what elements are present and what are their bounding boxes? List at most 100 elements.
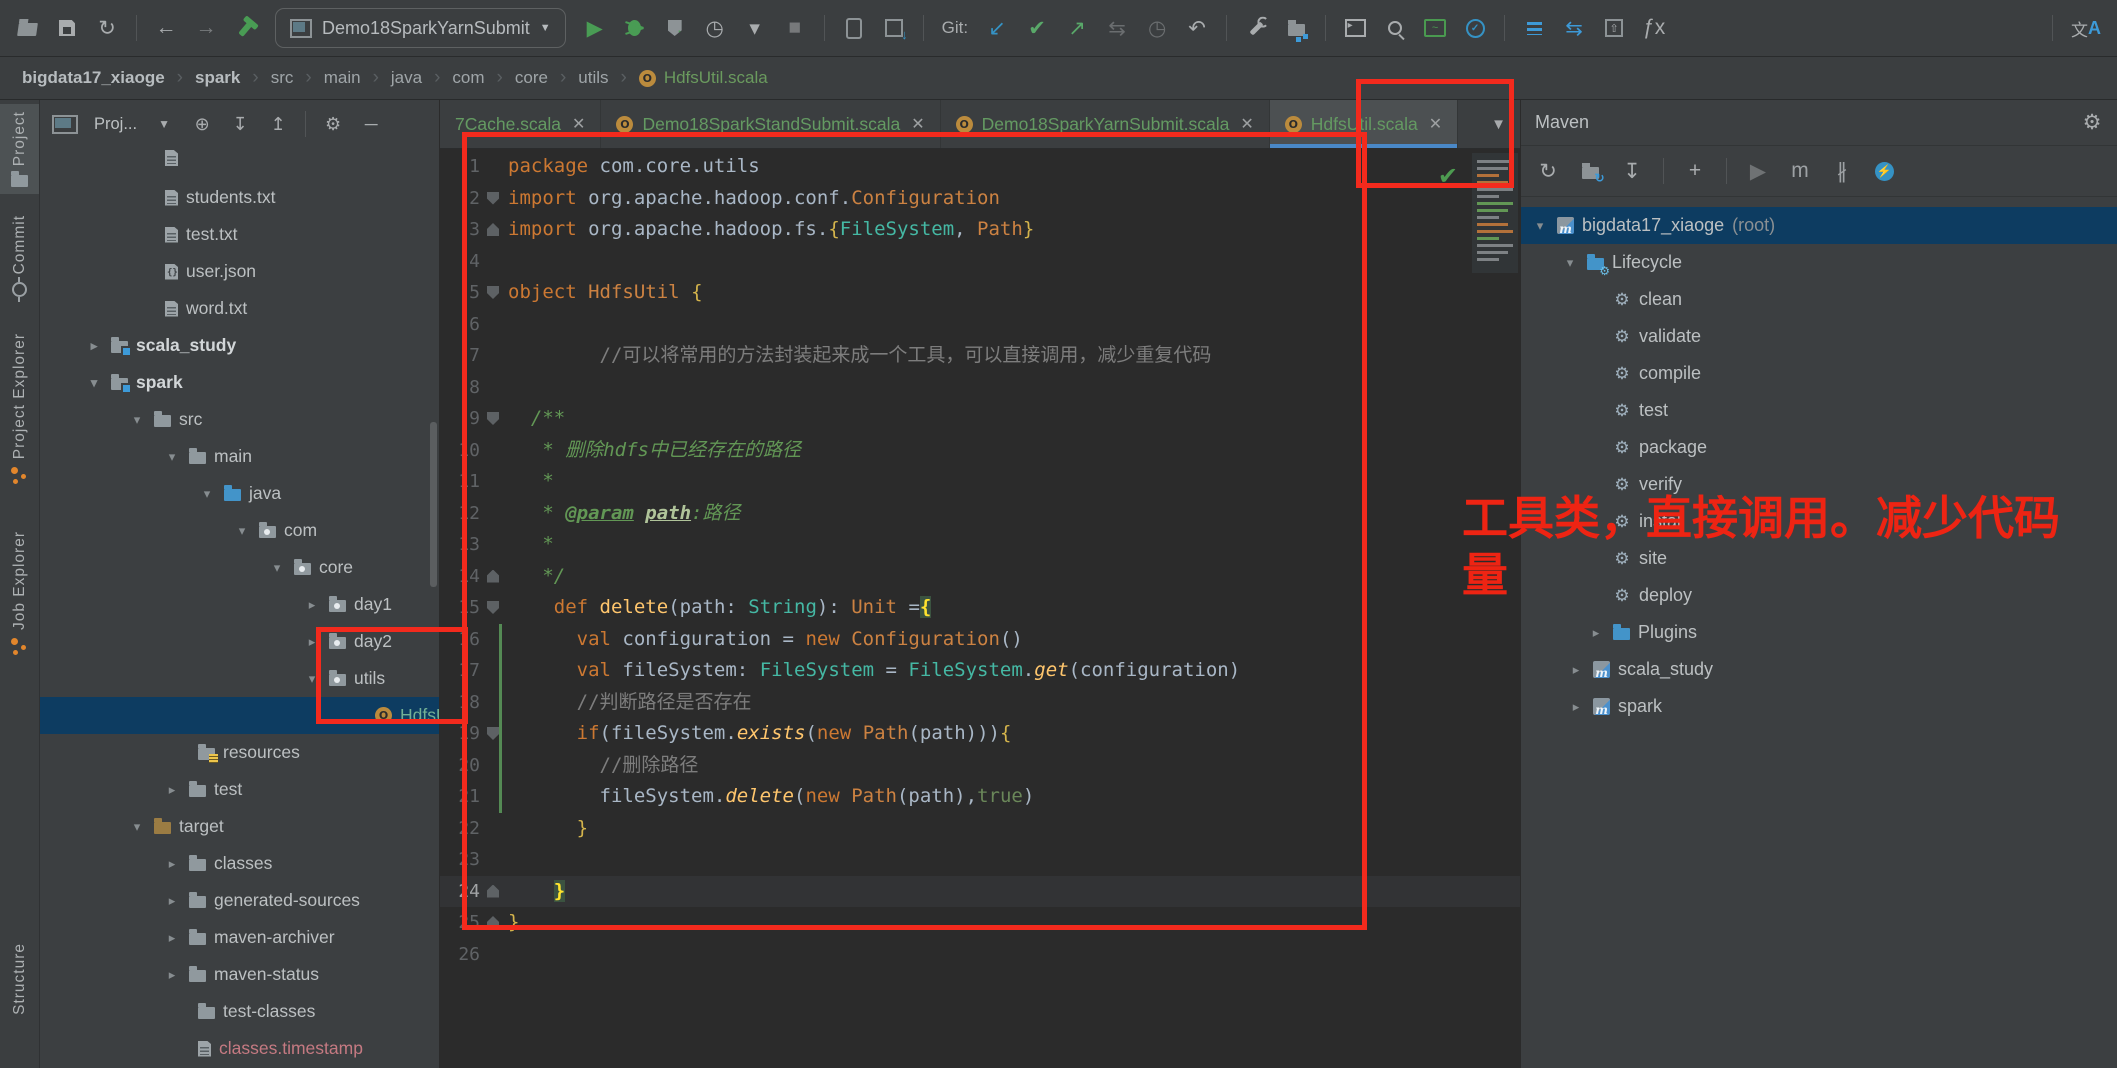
back-icon[interactable]: ←: [155, 16, 177, 40]
toolwindow-button-structure[interactable]: Structure: [11, 936, 29, 1022]
code-line[interactable]: 13 *: [440, 529, 1520, 561]
breadcrumb-item[interactable]: main: [324, 68, 361, 88]
fold-open-icon[interactable]: [487, 191, 499, 205]
maven-skip-tests-icon[interactable]: ∦: [1831, 159, 1853, 184]
maven-reimport-icon[interactable]: [1579, 162, 1605, 185]
code-line[interactable]: 12 * @param path:路径: [440, 498, 1520, 530]
chevron-down-icon[interactable]: ▾: [198, 486, 216, 502]
hide-panel-icon[interactable]: ─: [360, 114, 382, 135]
fold-close-icon[interactable]: [487, 884, 499, 898]
tree-item[interactable]: deploy: [1521, 577, 2117, 614]
undo-icon[interactable]: ↶: [1186, 16, 1208, 41]
toolwindow-button-commit[interactable]: Commit: [11, 208, 29, 303]
code-line[interactable]: 19 if(fileSystem.exists(new Path(path)))…: [440, 718, 1520, 750]
gear-icon[interactable]: ⚙: [2081, 110, 2103, 135]
save-all-icon[interactable]: [56, 20, 78, 36]
code-line[interactable]: 26: [440, 939, 1520, 971]
code-preview-thumbnail[interactable]: [1472, 153, 1518, 273]
vcs-commit-icon[interactable]: ✔: [1026, 16, 1048, 41]
code-line[interactable]: 25}: [440, 907, 1520, 939]
breadcrumb-item[interactable]: src: [271, 68, 294, 88]
code-line[interactable]: 17 val fileSystem: FileSystem = FileSyst…: [440, 655, 1520, 687]
tree-item[interactable]: ▾ utils: [40, 660, 439, 697]
editor-tab[interactable]: Demo18SparkYarnSubmit.scala ✕: [941, 100, 1270, 148]
terminal-icon[interactable]: [1344, 19, 1366, 37]
tree-item[interactable]: ▾ core: [40, 549, 439, 586]
editor-tab[interactable]: Demo18SparkStandSubmit.scala ✕: [601, 100, 941, 148]
chevron-right-icon[interactable]: ▸: [163, 893, 181, 909]
tree-item[interactable]: ▸ day2: [40, 623, 439, 660]
chevron-right-icon[interactable]: ▸: [163, 930, 181, 946]
forward-icon[interactable]: →: [195, 16, 217, 40]
code-line[interactable]: 22 }: [440, 813, 1520, 845]
inspections-icon[interactable]: ✓: [1464, 18, 1486, 38]
tree-item[interactable]: validate: [1521, 318, 2117, 355]
code-line[interactable]: 5 object HdfsUtil {: [440, 277, 1520, 309]
upload-icon[interactable]: ⇧: [1603, 19, 1625, 37]
wrench-icon[interactable]: [1245, 20, 1267, 36]
history-icon[interactable]: ◷: [1146, 16, 1168, 41]
chevron-down-icon[interactable]: ▾: [1531, 218, 1549, 234]
expand-all-icon[interactable]: ↧: [229, 114, 251, 135]
tree-item[interactable]: clean: [1521, 281, 2117, 318]
chevron-down-icon[interactable]: ▼: [540, 22, 551, 34]
chevron-right-icon[interactable]: ▸: [163, 967, 181, 983]
fold-close-icon[interactable]: [487, 916, 499, 929]
breadcrumb-item[interactable]: bigdata17_xiaoge: [22, 68, 165, 88]
breadcrumb-item[interactable]: java: [391, 68, 422, 88]
project-panel-title[interactable]: Proj...: [94, 115, 137, 134]
gear-icon[interactable]: ⚙: [322, 114, 344, 135]
code-line[interactable]: 6: [440, 309, 1520, 341]
project-structure-icon[interactable]: [1285, 19, 1308, 39]
tree-item[interactable]: ▸ test: [40, 771, 439, 808]
monitor-icon[interactable]: ~: [1424, 19, 1447, 37]
close-icon[interactable]: ✕: [1429, 114, 1442, 134]
profiler-icon[interactable]: ◷: [704, 16, 726, 41]
maven-add-icon[interactable]: +: [1684, 159, 1706, 183]
chevron-right-icon[interactable]: ▸: [303, 634, 321, 650]
maven-run-icon[interactable]: ▶: [1747, 159, 1769, 184]
fold-open-icon[interactable]: [487, 727, 499, 740]
tree-item[interactable]: test-classes: [40, 993, 439, 1030]
code-line[interactable]: 10 * 删除hdfs中已经存在的路径: [440, 435, 1520, 467]
close-icon[interactable]: ✕: [911, 114, 924, 134]
chevron-down-icon[interactable]: ▾: [163, 449, 181, 465]
build-hammer-icon[interactable]: [235, 19, 257, 37]
chevron-right-icon[interactable]: ▸: [1587, 625, 1605, 641]
tree-item[interactable]: ▸ day1: [40, 586, 439, 623]
todo-list-icon[interactable]: [1523, 21, 1545, 35]
chevron-down-icon[interactable]: ▾: [303, 671, 321, 687]
chevron-down-icon[interactable]: ▾: [128, 412, 146, 428]
translate-icon[interactable]: 文A: [2071, 16, 2101, 41]
tree-item[interactable]: ▸ scala_study: [40, 327, 439, 364]
tree-item[interactable]: package: [1521, 429, 2117, 466]
toolwindow-button-project[interactable]: Project: [0, 104, 39, 195]
chevron-right-icon[interactable]: ▸: [1567, 699, 1585, 715]
run-config-combo[interactable]: Demo18SparkYarnSubmit ▼: [275, 8, 566, 48]
open-folder-icon[interactable]: [16, 20, 38, 36]
code-line[interactable]: 21 fileSystem.delete(new Path(path),true…: [440, 781, 1520, 813]
chevron-down-icon[interactable]: ▼: [153, 117, 175, 131]
math-function-icon[interactable]: ƒx: [1643, 16, 1665, 40]
chevron-right-icon[interactable]: ▸: [303, 597, 321, 613]
tree-item[interactable]: ▾ src: [40, 401, 439, 438]
code-line[interactable]: 14 */: [440, 561, 1520, 593]
maven-download-sources-icon[interactable]: ↧: [1621, 159, 1643, 184]
code-line[interactable]: 1 package com.core.utils: [440, 151, 1520, 183]
code-editor[interactable]: 1 package com.core.utils 2 import org.apach…: [440, 149, 1520, 1068]
chevron-down-icon[interactable]: ▾: [128, 819, 146, 835]
tree-item[interactable]: ▸ Plugins: [1521, 614, 2117, 651]
tree-item[interactable]: user.json: [40, 253, 439, 290]
tree-item[interactable]: HdfsUtil: [40, 697, 439, 734]
tree-item[interactable]: ▾ main: [40, 438, 439, 475]
tree-item[interactable]: ▸ maven-archiver: [40, 919, 439, 956]
tree-item[interactable]: ▸ generated-sources: [40, 882, 439, 919]
tree-item[interactable]: ▾ Lifecycle: [1521, 244, 2117, 281]
maven-offline-icon[interactable]: ⚡: [1873, 161, 1895, 181]
tree-item[interactable]: ▾ com: [40, 512, 439, 549]
profiler-chevron-icon[interactable]: ▾: [744, 16, 766, 41]
tree-item[interactable]: ▾ target: [40, 808, 439, 845]
run-icon[interactable]: ▶: [584, 16, 606, 41]
chevron-down-icon[interactable]: ▾: [233, 523, 251, 539]
collapse-all-icon[interactable]: ↥: [267, 114, 289, 135]
